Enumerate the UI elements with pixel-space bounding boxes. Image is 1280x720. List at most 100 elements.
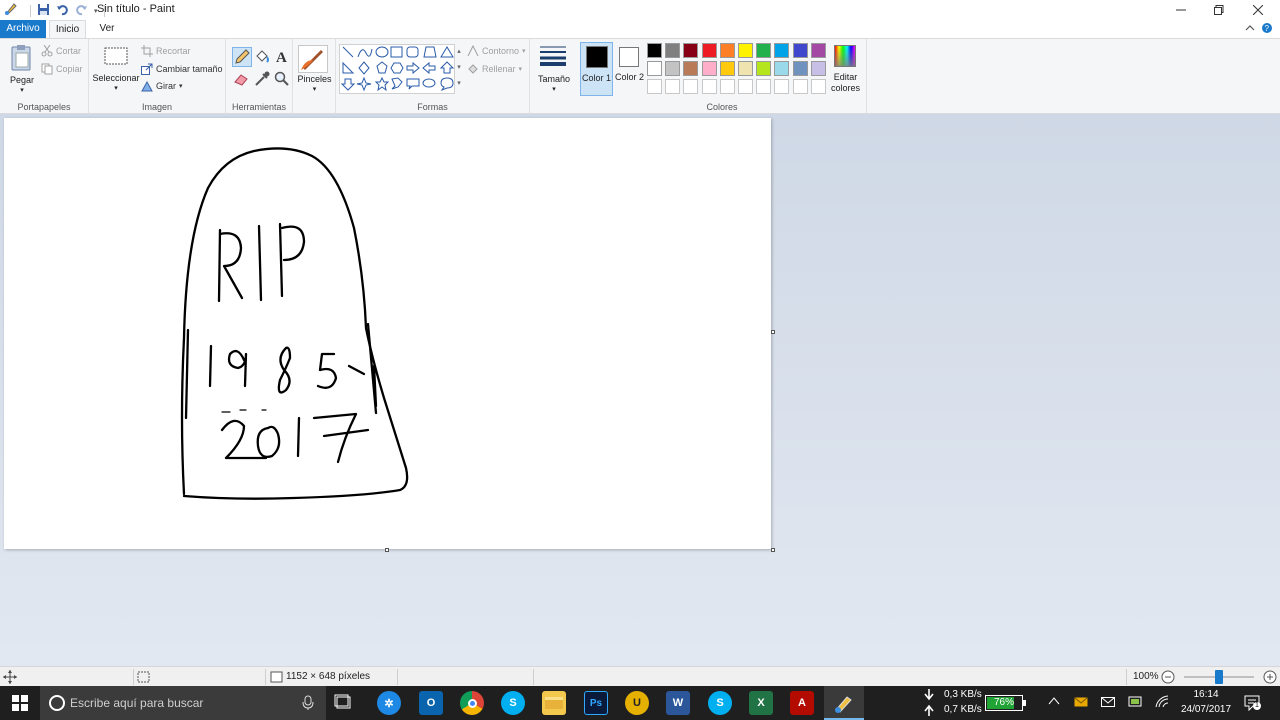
battery-indicator[interactable]: 76% bbox=[985, 695, 1023, 711]
fill-tool-button[interactable] bbox=[253, 47, 273, 67]
palette-swatch[interactable] bbox=[792, 43, 808, 58]
chrome-icon[interactable] bbox=[460, 691, 484, 715]
palette-custom-slot[interactable] bbox=[701, 79, 717, 94]
palette-custom-slot[interactable] bbox=[774, 79, 790, 94]
text-tool-button[interactable]: A bbox=[273, 47, 293, 67]
app-yellow-icon[interactable]: U bbox=[625, 691, 649, 715]
zoom-slider-thumb[interactable] bbox=[1215, 670, 1223, 684]
tab-ver[interactable]: Ver bbox=[92, 20, 122, 38]
redo-icon[interactable] bbox=[75, 3, 88, 19]
palette-swatch[interactable] bbox=[810, 43, 826, 58]
search-box[interactable]: Escribe aquí para buscar bbox=[40, 686, 326, 720]
palette-swatch[interactable] bbox=[810, 61, 826, 76]
color-picker-tool-button[interactable] bbox=[253, 70, 273, 90]
resize-handle-corner[interactable] bbox=[771, 548, 775, 552]
shapes-gallery[interactable] bbox=[339, 44, 463, 94]
outline-button[interactable]: Contorno ▾ bbox=[467, 45, 526, 57]
palette-swatch[interactable] bbox=[756, 61, 772, 76]
wifi-icon[interactable] bbox=[1155, 695, 1169, 712]
palette-swatch[interactable] bbox=[683, 61, 699, 76]
palette-swatch[interactable] bbox=[701, 43, 717, 58]
crop-button[interactable]: Recortar bbox=[141, 45, 191, 57]
skype-icon-1[interactable]: S bbox=[501, 691, 525, 715]
clock-time[interactable]: 16:14 bbox=[1186, 689, 1226, 700]
palette-custom-slot[interactable] bbox=[683, 79, 699, 94]
palette-custom-slot[interactable] bbox=[810, 79, 826, 94]
palette-swatch[interactable] bbox=[665, 61, 681, 76]
photoshop-icon[interactable]: Ps bbox=[584, 691, 608, 715]
download-arrow-icon bbox=[924, 689, 934, 704]
magnifier-tool-button[interactable] bbox=[273, 70, 293, 90]
minimize-button[interactable] bbox=[1161, 0, 1201, 20]
paint-app-icon[interactable] bbox=[4, 2, 18, 19]
tray-app-icon[interactable] bbox=[1128, 695, 1142, 712]
palette-custom-slot[interactable] bbox=[738, 79, 753, 94]
palette-swatch[interactable] bbox=[683, 43, 699, 58]
file-explorer-icon[interactable] bbox=[542, 691, 566, 715]
palette-custom-slot[interactable] bbox=[665, 79, 681, 94]
palette-custom-slot[interactable] bbox=[719, 79, 735, 94]
group-portapapeles: Pegar ▾ Cortar Copiar Portapapeles bbox=[0, 39, 89, 114]
select-button[interactable]: Seleccionar ▾ bbox=[92, 44, 140, 94]
acrobat-icon[interactable]: A bbox=[790, 691, 814, 715]
edit-colors-button[interactable]: Editar colores bbox=[829, 42, 862, 96]
palette-custom-slot[interactable] bbox=[647, 79, 662, 94]
color1-button[interactable]: Color 1 bbox=[580, 42, 613, 96]
eraser-tool-button[interactable] bbox=[232, 70, 252, 90]
envelope-icon[interactable] bbox=[1101, 696, 1115, 711]
tab-archivo[interactable]: Archivo bbox=[0, 20, 46, 38]
task-view-icon[interactable] bbox=[334, 694, 354, 715]
clock-date[interactable]: 24/07/2017 bbox=[1176, 704, 1236, 715]
brushes-button[interactable] bbox=[298, 45, 328, 73]
resize-handle-bottom[interactable] bbox=[385, 548, 389, 552]
word-icon[interactable]: W bbox=[666, 691, 690, 715]
action-center-icon[interactable]: 1 bbox=[1244, 695, 1261, 714]
palette-swatch[interactable] bbox=[792, 61, 808, 76]
close-button[interactable] bbox=[1238, 0, 1278, 20]
maximize-button[interactable] bbox=[1199, 0, 1239, 20]
drawing-canvas[interactable] bbox=[4, 118, 771, 549]
shapes-scroll[interactable]: ▴ ▾ ▾ bbox=[454, 44, 463, 94]
microphone-icon[interactable] bbox=[302, 695, 314, 711]
palette-swatch[interactable] bbox=[719, 61, 735, 76]
palette-swatch[interactable] bbox=[665, 43, 681, 58]
group-herramientas: A Herramientas bbox=[226, 39, 293, 114]
resize-handle-right[interactable] bbox=[771, 330, 775, 334]
undo-icon[interactable] bbox=[56, 3, 69, 19]
app-snowflake-icon[interactable]: ✲ bbox=[377, 691, 401, 715]
paint-taskbar-button[interactable] bbox=[824, 686, 864, 720]
paste-button[interactable]: Pegar ▾ bbox=[7, 43, 37, 94]
pencil-tool-button[interactable] bbox=[232, 47, 252, 67]
show-hidden-icons-button[interactable] bbox=[1048, 696, 1060, 709]
fill-button[interactable]: Rellenar ▾ bbox=[467, 63, 522, 75]
group-pinceles[interactable]: Pinceles ▾ bbox=[293, 39, 336, 114]
palette-swatch[interactable] bbox=[647, 43, 662, 58]
outlook-icon[interactable]: O bbox=[419, 691, 443, 715]
svg-text:A: A bbox=[276, 50, 287, 65]
palette-swatch[interactable] bbox=[701, 61, 717, 76]
start-button[interactable] bbox=[0, 686, 40, 720]
underline-dashes bbox=[221, 409, 267, 413]
mail-icon[interactable] bbox=[1074, 696, 1088, 711]
palette-custom-slot[interactable] bbox=[792, 79, 808, 94]
resize-button[interactable]: Cambiar tamaño bbox=[141, 63, 223, 75]
excel-icon[interactable]: X bbox=[749, 691, 773, 715]
save-icon[interactable] bbox=[37, 3, 50, 19]
cut-button[interactable]: Cortar bbox=[41, 45, 81, 57]
rotate-button[interactable]: Girar ▾ bbox=[141, 80, 183, 92]
palette-custom-slot[interactable] bbox=[756, 79, 772, 94]
palette-swatch[interactable] bbox=[719, 43, 735, 58]
help-icon[interactable]: ? bbox=[1244, 22, 1274, 37]
palette-swatch[interactable] bbox=[738, 61, 753, 76]
skype-icon-2[interactable]: S bbox=[708, 691, 732, 715]
palette-swatch[interactable] bbox=[738, 43, 753, 58]
palette-swatch[interactable] bbox=[774, 43, 790, 58]
palette-swatch[interactable] bbox=[774, 61, 790, 76]
tamano-dropdown-icon: ▾ bbox=[552, 86, 556, 93]
color2-button[interactable]: Color 2 bbox=[615, 42, 644, 96]
palette-swatch[interactable] bbox=[756, 43, 772, 58]
copy-button[interactable]: Copiar bbox=[41, 63, 83, 75]
group-tamano[interactable]: Tamaño ▾ bbox=[530, 39, 578, 114]
palette-swatch[interactable] bbox=[647, 61, 662, 76]
tab-inicio[interactable]: Inicio bbox=[49, 20, 86, 38]
